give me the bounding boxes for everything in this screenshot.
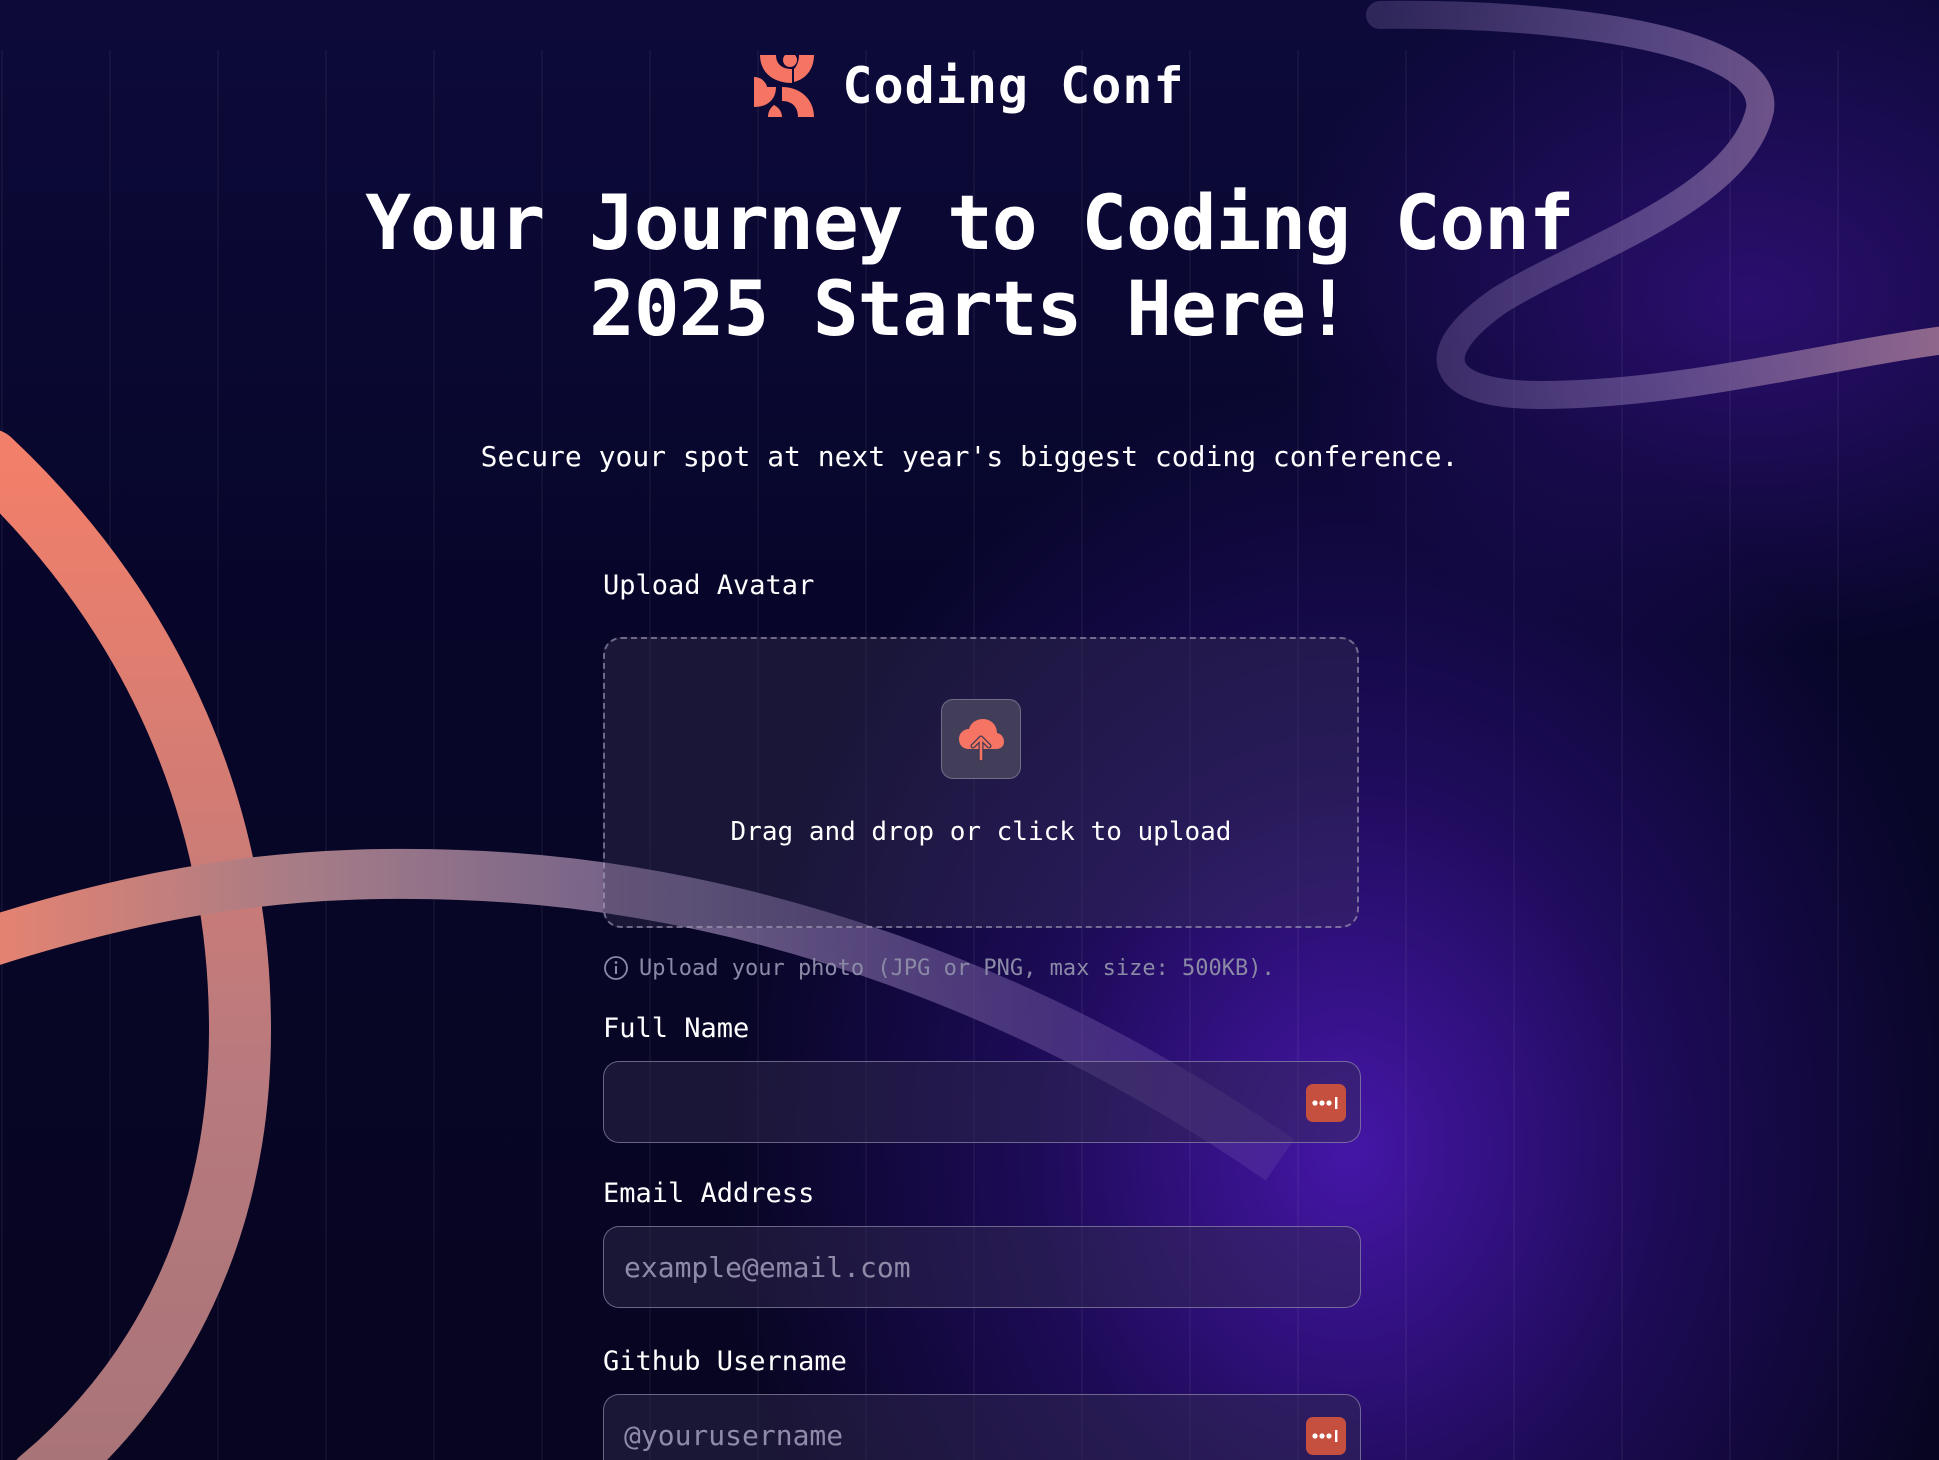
email-field: [603, 1226, 1361, 1308]
info-icon: [604, 956, 628, 980]
headline-line-1: Your Journey to Coding Conf: [365, 178, 1574, 267]
github-input[interactable]: [604, 1417, 1286, 1453]
avatar-hint-text: Upload your photo (JPG or PNG, max size:…: [639, 955, 1275, 981]
avatar-dropzone[interactable]: Drag and drop or click to upload: [603, 637, 1359, 928]
github-label: Github Username: [603, 1346, 847, 1377]
password-manager-icon[interactable]: [1306, 1084, 1346, 1122]
avatar-hint: Upload your photo (JPG or PNG, max size:…: [603, 955, 1275, 981]
dropzone-text: Drag and drop or click to upload: [730, 817, 1232, 847]
upload-button[interactable]: [941, 699, 1021, 779]
full-name-field: [603, 1061, 1361, 1143]
password-manager-icon-github[interactable]: [1306, 1417, 1346, 1455]
full-name-label: Full Name: [603, 1013, 750, 1044]
full-name-input[interactable]: [604, 1084, 1286, 1120]
email-label: Email Address: [603, 1178, 815, 1209]
github-field: [603, 1394, 1361, 1460]
dots-icon: [1312, 1430, 1338, 1442]
coding-conf-logo-icon: [754, 55, 815, 117]
headline-line-2: 2025 Starts Here!: [589, 264, 1351, 353]
dots-icon: [1312, 1097, 1338, 1109]
brand-name: Coding Conf: [842, 57, 1185, 115]
site-header: Coding Conf: [0, 55, 1939, 117]
page-subline: Secure your spot at next year's biggest …: [480, 440, 1459, 473]
upload-cloud-icon: [959, 719, 1004, 761]
avatar-label: Upload Avatar: [603, 570, 815, 601]
email-input[interactable]: [604, 1249, 1286, 1285]
page-headline: Your Journey to Coding Conf 2025 Starts …: [0, 180, 1939, 352]
